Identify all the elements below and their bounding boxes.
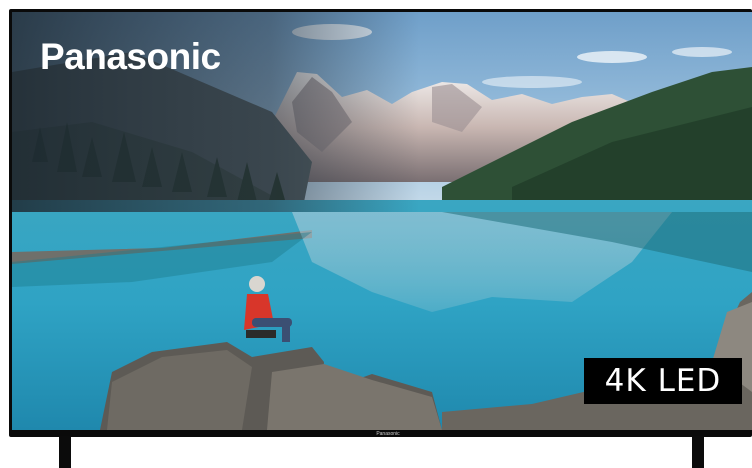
- bezel-brand-label: Panasonic: [376, 431, 400, 437]
- tv-screen: Panasonic 4K LED: [12, 12, 752, 430]
- stand-leg-left: [59, 436, 71, 468]
- 4k-led-badge: 4K LED: [584, 358, 742, 404]
- stand-leg-right: [692, 436, 704, 468]
- brand-logo: Panasonic: [40, 36, 221, 77]
- tv-product-image: Panasonic 4K LED Panasonic: [0, 0, 752, 468]
